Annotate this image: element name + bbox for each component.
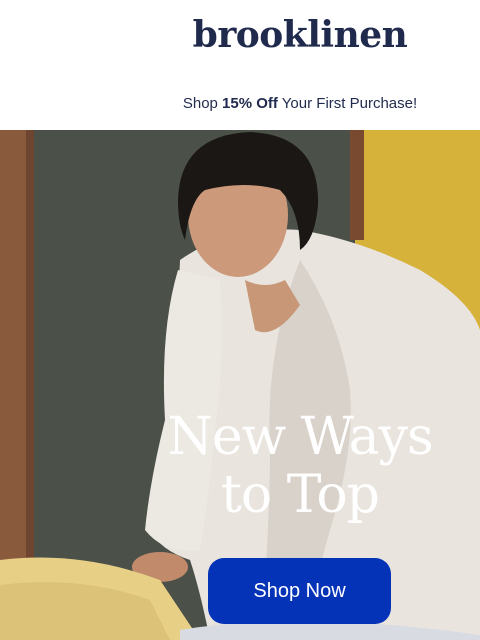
headline-line-1: New Ways xyxy=(167,407,433,467)
promo-suffix: Your First Purchase! xyxy=(277,95,418,112)
hero-banner: New Ways to Top Shop Now xyxy=(0,130,480,640)
header: brooklinen Shop 15% Off Your First Purch… xyxy=(0,0,480,130)
shop-now-button[interactable]: Shop Now xyxy=(208,558,391,624)
promo-prefix: Shop xyxy=(182,95,223,112)
promo-banner[interactable]: Shop 15% Off Your First Purchase! xyxy=(0,95,480,112)
hero-headline: New Ways to Top xyxy=(150,408,450,524)
brand-logo[interactable]: brooklinen xyxy=(0,14,480,56)
promo-highlight: 15% Off xyxy=(222,95,278,112)
headline-line-2: to Top xyxy=(221,465,380,525)
